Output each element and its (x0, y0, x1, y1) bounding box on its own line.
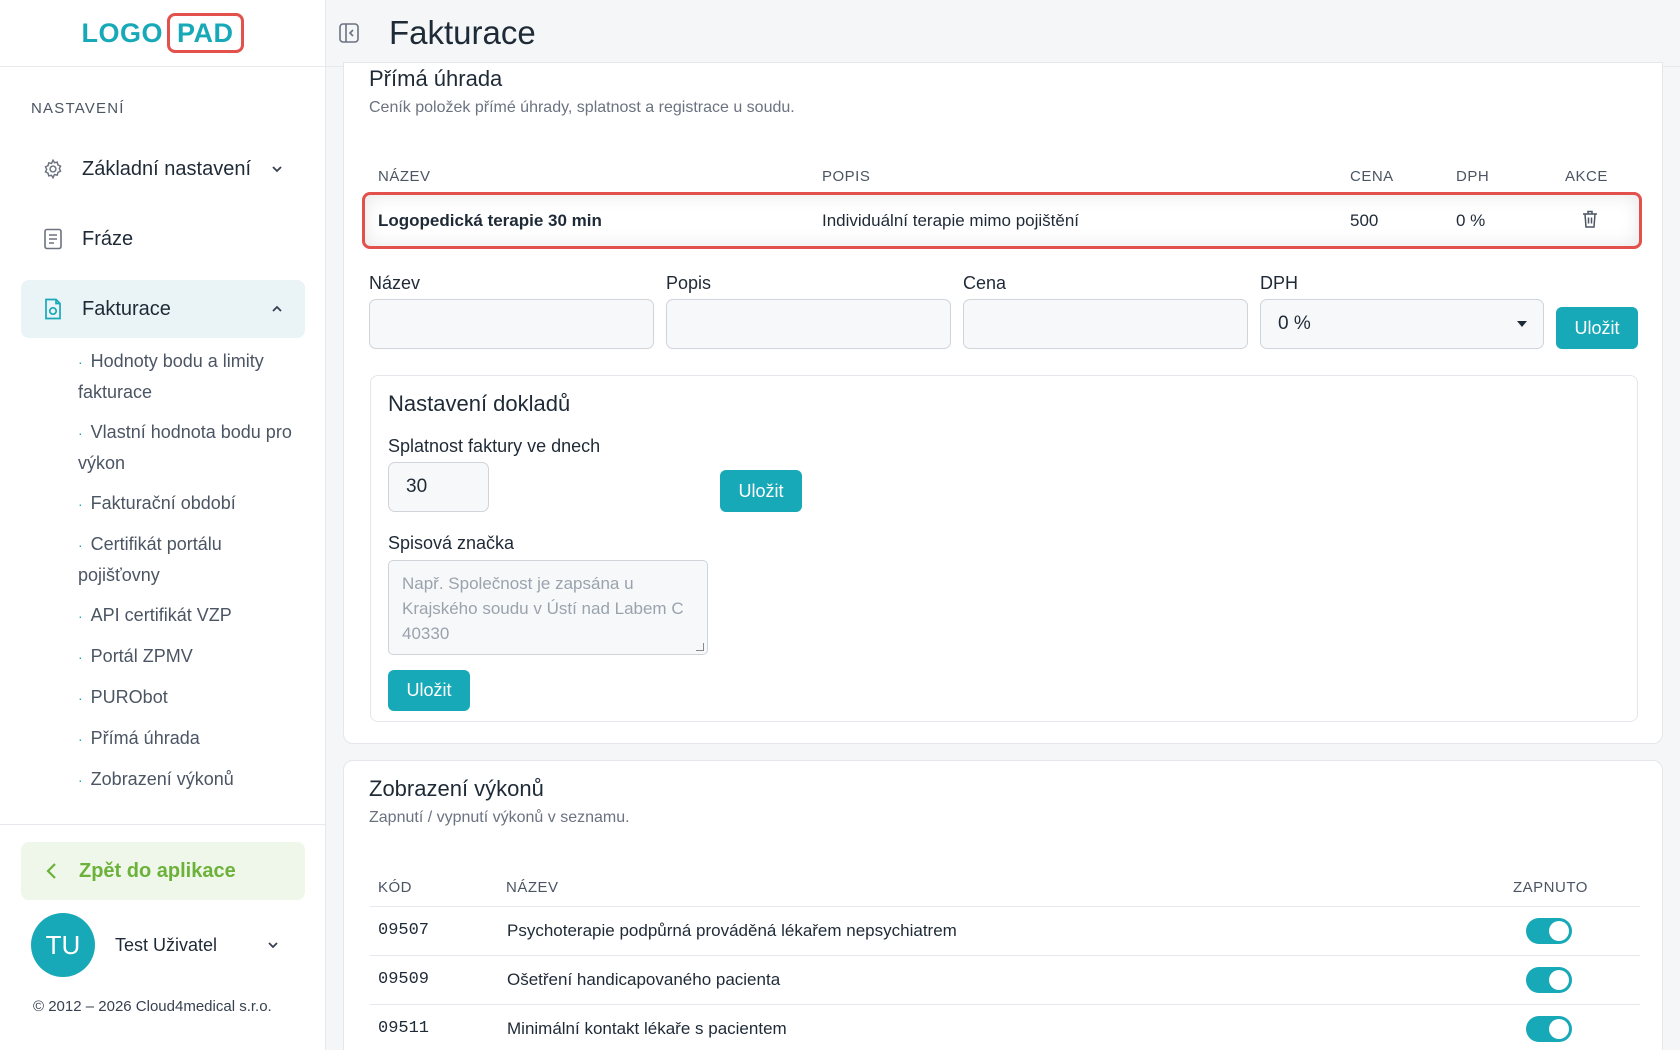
page-header: Fakturace (326, 0, 1680, 67)
document-icon (42, 228, 64, 250)
chevron-up-icon (272, 305, 282, 312)
prima-uhrada-card: Přímá úhrada Ceník položek přímé úhrady,… (343, 62, 1663, 744)
user-name: Test Uživatel (115, 934, 218, 955)
logo-area: LOGO PAD (0, 0, 325, 67)
price-field-label: Cena (963, 273, 1007, 293)
prima-uhrada-title: Přímá úhrada (369, 66, 503, 91)
sub-nav-item-vlastni-hodnota[interactable]: · Vlastní hodnota bodu pro výkon (78, 417, 308, 478)
sub-nav-item-certifikat-portalu[interactable]: · Certifikát portálu pojišťovny (78, 529, 308, 590)
column-header-enabled: ZAPNUTO (1513, 879, 1588, 896)
row-name: Ošetření handicapovaného pacienta (507, 970, 781, 989)
sidebar-divider (0, 824, 326, 825)
column-header-name: NÁZEV (378, 168, 431, 185)
page-title: Fakturace (389, 14, 536, 51)
column-header-vat: DPH (1456, 168, 1490, 185)
sub-nav-list: · Hodnoty bodu a limity fakturace · Vlastn… (78, 346, 308, 805)
column-header-name: NÁZEV (506, 879, 559, 896)
sub-nav-item-api-certifikat[interactable]: · API certifikát VZP (78, 600, 308, 631)
save-due-button[interactable]: Uložit (720, 470, 802, 512)
sidebar-item-label: Fráze (82, 227, 134, 250)
row-code: 09507 (378, 921, 430, 940)
court-label: Spisová značka (388, 533, 515, 553)
logo-text-logo: LOGO (81, 17, 163, 48)
row-name: Minimální kontakt lékaře s pacientem (507, 1019, 787, 1038)
enabled-toggle[interactable] (1526, 967, 1572, 993)
enabled-toggle[interactable] (1526, 918, 1572, 944)
chevron-down-icon (268, 942, 278, 949)
logo-text-pad: PAD (166, 13, 244, 53)
sub-nav-item-hodnoty-bodu[interactable]: · Hodnoty bodu a limity fakturace (78, 346, 308, 407)
column-header-code: KÓD (378, 879, 413, 896)
court-placeholder: Např. Společnost je zapsána u Krajského … (402, 574, 684, 643)
row-name: Logopedická terapie 30 min (378, 211, 602, 230)
prima-uhrada-subtitle: Ceník položek přímé úhrady, splatnost a … (369, 99, 795, 116)
toggle-knob (1549, 1019, 1569, 1039)
toggle-knob (1549, 970, 1569, 990)
resize-handle-icon[interactable] (696, 643, 704, 651)
due-days-label: Splatnost faktury ve dnech (388, 436, 601, 456)
sidebar-item-label: Základní nastavení (82, 157, 251, 180)
avatar: TU (31, 913, 95, 977)
caret-down-icon (1517, 321, 1527, 327)
desc-input[interactable] (666, 299, 951, 349)
zobrazeni-vykonu-subtitle: Zapnutí / vypnutí výkonů v seznamu. (369, 809, 630, 826)
save-court-button[interactable]: Uložit (388, 670, 470, 711)
row-code: 09509 (378, 970, 430, 989)
column-header-desc: POPIS (822, 168, 871, 185)
vat-select[interactable]: 0 % (1260, 299, 1544, 349)
row-code: 09511 (378, 1019, 430, 1038)
zobrazeni-vykonu-card: Zobrazení výkonů Zapnutí / vypnutí výkon… (343, 760, 1663, 1050)
vat-field-label: DPH (1260, 273, 1299, 293)
back-to-app-label: Zpět do aplikace (79, 859, 236, 882)
due-days-input[interactable]: 30 (388, 462, 489, 512)
enabled-toggle[interactable] (1526, 1016, 1572, 1042)
row-vat: 0 % (1456, 211, 1486, 230)
collapse-sidebar-icon[interactable] (336, 20, 362, 46)
section-label: NASTAVENÍ (31, 100, 125, 117)
row-name: Psychoterapie podpůrná prováděná lékařem… (507, 921, 957, 940)
user-menu[interactable]: TU Test Uživatel (31, 913, 311, 977)
sub-nav-item-fakturacni-obdobi[interactable]: · Fakturační období (78, 488, 308, 519)
chevron-down-icon (272, 166, 282, 173)
sub-nav-item-prima-uhrada[interactable]: · Přímá úhrada (78, 723, 308, 754)
sidebar-item-label: Fakturace (82, 297, 171, 320)
table-row[interactable]: Logopedická terapie 30 min Individuální … (362, 192, 1642, 249)
sub-nav-item-purobot[interactable]: · PURObot (78, 682, 308, 713)
chevron-left-icon (46, 863, 56, 879)
table-row: 09511 Minimální kontakt lékaře s pacient… (370, 1004, 1640, 1050)
logo[interactable]: LOGO PAD (81, 13, 244, 53)
copyright: © 2012 – 2026 Cloud4medical s.r.o. (33, 998, 272, 1015)
table-row: 09507 Psychoterapie podpůrná prováděná l… (370, 906, 1640, 955)
column-header-price: CENA (1350, 168, 1394, 185)
back-to-app-button[interactable]: Zpět do aplikace (21, 842, 305, 900)
nastaveni-dokladu-card: Nastavení dokladů Splatnost faktury ve d… (370, 375, 1638, 722)
toggle-knob (1549, 921, 1569, 941)
save-item-button[interactable]: Uložit (1556, 307, 1638, 349)
vat-select-value: 0 % (1278, 313, 1311, 334)
name-field-label: Název (369, 273, 421, 293)
sub-nav-item-zobrazeni-vykonu[interactable]: · Zobrazení výkonů (78, 764, 308, 795)
nastaveni-dokladu-title: Nastavení dokladů (388, 391, 571, 416)
sidebar-item-fraze[interactable]: Fráze (21, 210, 305, 268)
column-header-actions: AKCE (1565, 168, 1608, 185)
price-input[interactable] (963, 299, 1248, 349)
invoice-icon (42, 298, 64, 320)
row-desc: Individuální terapie mimo pojištění (822, 211, 1080, 230)
gear-icon (42, 158, 64, 180)
court-textarea[interactable]: Např. Společnost je zapsána u Krajského … (388, 560, 708, 655)
desc-field-label: Popis (666, 273, 712, 293)
zobrazeni-vykonu-title: Zobrazení výkonů (369, 776, 544, 801)
name-input[interactable] (369, 299, 654, 349)
sidebar: LOGO PAD NASTAVENÍ Základní nastavení Fr… (0, 0, 326, 1050)
table-row: 09509 Ošetření handicapovaného pacienta (370, 955, 1640, 1004)
sidebar-item-fakturace[interactable]: Fakturace (21, 280, 305, 338)
row-price: 500 (1350, 211, 1379, 230)
sub-nav-item-portal-zpmv[interactable]: · Portál ZPMV (78, 641, 308, 672)
sidebar-item-zakladni-nastaveni[interactable]: Základní nastavení (21, 140, 305, 198)
trash-icon[interactable] (1579, 208, 1601, 230)
